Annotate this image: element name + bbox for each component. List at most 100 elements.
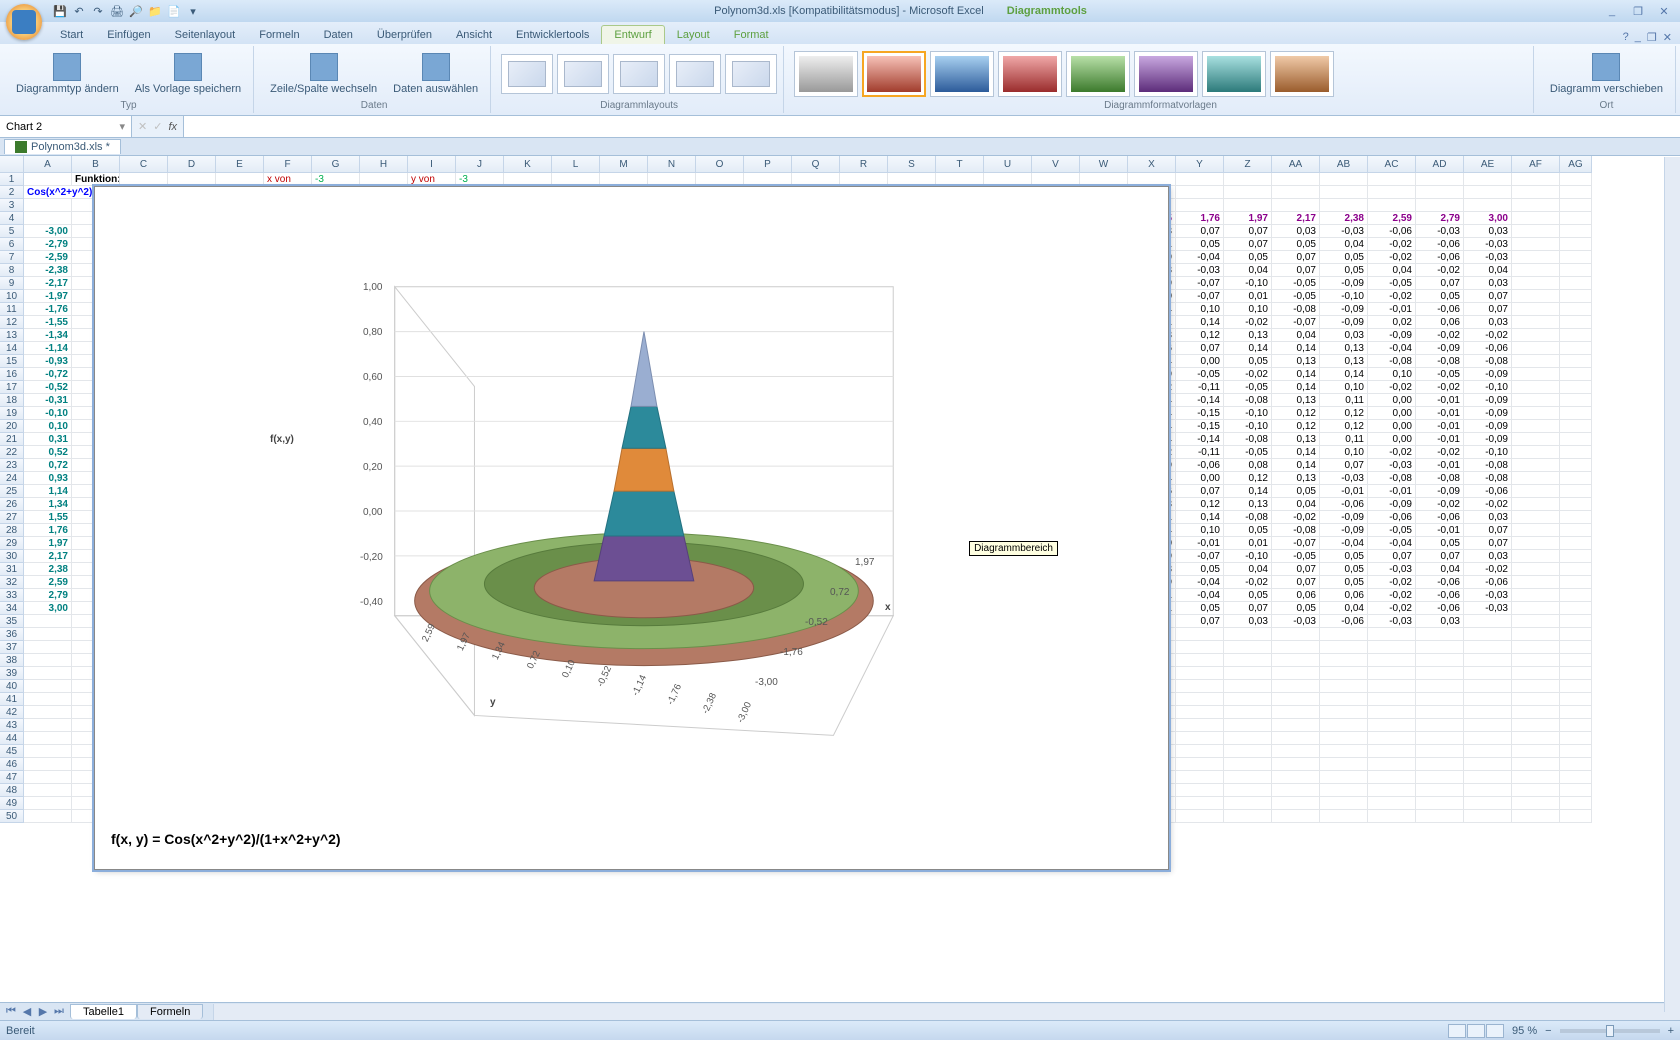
- cell[interactable]: -0,03: [1320, 472, 1368, 485]
- cell[interactable]: [1560, 186, 1592, 199]
- row-header[interactable]: 36: [0, 628, 24, 641]
- cell[interactable]: [1416, 758, 1464, 771]
- cell[interactable]: [1512, 719, 1560, 732]
- cell[interactable]: -0,02: [1224, 368, 1272, 381]
- cell[interactable]: [1464, 797, 1512, 810]
- cell[interactable]: -0,06: [1416, 602, 1464, 615]
- cell[interactable]: [1416, 706, 1464, 719]
- row-header[interactable]: 33: [0, 589, 24, 602]
- qat-more-icon[interactable]: ▾: [185, 3, 201, 19]
- cell[interactable]: [1368, 199, 1416, 212]
- switch-row-col-button[interactable]: Zeile/Spalte wechseln: [264, 51, 383, 97]
- cell[interactable]: [1560, 277, 1592, 290]
- cell[interactable]: -0,08: [1464, 472, 1512, 485]
- cell[interactable]: 1,34: [24, 498, 72, 511]
- cell[interactable]: -0,02: [1416, 381, 1464, 394]
- cell[interactable]: [1080, 173, 1128, 186]
- cell[interactable]: [1464, 719, 1512, 732]
- cell[interactable]: [1560, 524, 1592, 537]
- cell[interactable]: [1512, 212, 1560, 225]
- cell[interactable]: 0,07: [1176, 225, 1224, 238]
- cell[interactable]: [1224, 628, 1272, 641]
- cell[interactable]: [1512, 797, 1560, 810]
- cell[interactable]: [24, 706, 72, 719]
- cell[interactable]: [1512, 628, 1560, 641]
- cell[interactable]: -0,05: [1416, 368, 1464, 381]
- col-header-A[interactable]: A: [24, 156, 72, 173]
- row-header[interactable]: 38: [0, 654, 24, 667]
- row-header[interactable]: 37: [0, 641, 24, 654]
- cell[interactable]: [1368, 810, 1416, 823]
- cell[interactable]: [1512, 706, 1560, 719]
- cell[interactable]: [1512, 446, 1560, 459]
- cell[interactable]: [1512, 290, 1560, 303]
- cell[interactable]: [24, 797, 72, 810]
- cell[interactable]: [1464, 667, 1512, 680]
- cell[interactable]: -0,02: [1368, 238, 1416, 251]
- col-header-X[interactable]: X: [1128, 156, 1176, 173]
- cell[interactable]: [1176, 706, 1224, 719]
- cell[interactable]: 0,04: [1320, 238, 1368, 251]
- tab-daten[interactable]: Daten: [312, 26, 365, 44]
- cell[interactable]: [1560, 303, 1592, 316]
- cell[interactable]: [1272, 641, 1320, 654]
- cell[interactable]: [1464, 186, 1512, 199]
- cell[interactable]: -0,03: [1272, 615, 1320, 628]
- cell[interactable]: -0,05: [1176, 368, 1224, 381]
- cell[interactable]: 0,14: [1272, 368, 1320, 381]
- cell[interactable]: [1416, 719, 1464, 732]
- cell[interactable]: [1560, 719, 1592, 732]
- cell[interactable]: [1560, 589, 1592, 602]
- cell[interactable]: -0,03: [1464, 589, 1512, 602]
- cell[interactable]: -0,09: [1464, 407, 1512, 420]
- row-header[interactable]: 10: [0, 290, 24, 303]
- row-header[interactable]: 3: [0, 199, 24, 212]
- row-header[interactable]: 9: [0, 277, 24, 290]
- cell[interactable]: [1512, 186, 1560, 199]
- cell[interactable]: [1176, 173, 1224, 186]
- cell[interactable]: [1560, 368, 1592, 381]
- chart-plot-area[interactable]: [95, 187, 1168, 869]
- cell[interactable]: 0,11: [1320, 433, 1368, 446]
- cell[interactable]: [1464, 706, 1512, 719]
- cell[interactable]: 0,05: [1272, 238, 1320, 251]
- cell[interactable]: 0,14: [1272, 381, 1320, 394]
- cell[interactable]: -3,00: [24, 225, 72, 238]
- cell[interactable]: [1560, 797, 1592, 810]
- cell[interactable]: [1032, 173, 1080, 186]
- row-header[interactable]: 39: [0, 667, 24, 680]
- cell[interactable]: 2,17: [24, 550, 72, 563]
- cell[interactable]: -0,02: [1464, 563, 1512, 576]
- qat-print-icon[interactable]: 🖨: [109, 3, 125, 19]
- cell[interactable]: [1560, 654, 1592, 667]
- chart-layout-1[interactable]: [501, 54, 553, 94]
- cell[interactable]: [1464, 732, 1512, 745]
- cell[interactable]: [1512, 251, 1560, 264]
- cell[interactable]: [1560, 641, 1592, 654]
- row-header[interactable]: 25: [0, 485, 24, 498]
- col-header-D[interactable]: D: [168, 156, 216, 173]
- cell[interactable]: 0,06: [1416, 316, 1464, 329]
- col-header-AA[interactable]: AA: [1272, 156, 1320, 173]
- cell[interactable]: [360, 173, 408, 186]
- cell[interactable]: [24, 771, 72, 784]
- chart-style-2[interactable]: [862, 51, 926, 97]
- cell[interactable]: 0,03: [1464, 225, 1512, 238]
- cell[interactable]: [1560, 394, 1592, 407]
- row-header[interactable]: 7: [0, 251, 24, 264]
- cell[interactable]: 0,03: [1464, 550, 1512, 563]
- cell[interactable]: 0,14: [1176, 511, 1224, 524]
- cell[interactable]: [1512, 602, 1560, 615]
- cell[interactable]: [1368, 628, 1416, 641]
- cell[interactable]: [1512, 641, 1560, 654]
- row-header[interactable]: 5: [0, 225, 24, 238]
- cell[interactable]: [1320, 199, 1368, 212]
- cell[interactable]: -0,11: [1176, 446, 1224, 459]
- tab-format[interactable]: Format: [722, 26, 781, 44]
- row-header[interactable]: 23: [0, 459, 24, 472]
- cell[interactable]: 0,03: [1272, 225, 1320, 238]
- cell[interactable]: [1560, 732, 1592, 745]
- cell[interactable]: -0,01: [1416, 433, 1464, 446]
- cell[interactable]: 0,00: [1368, 433, 1416, 446]
- cell[interactable]: -0,01: [1176, 537, 1224, 550]
